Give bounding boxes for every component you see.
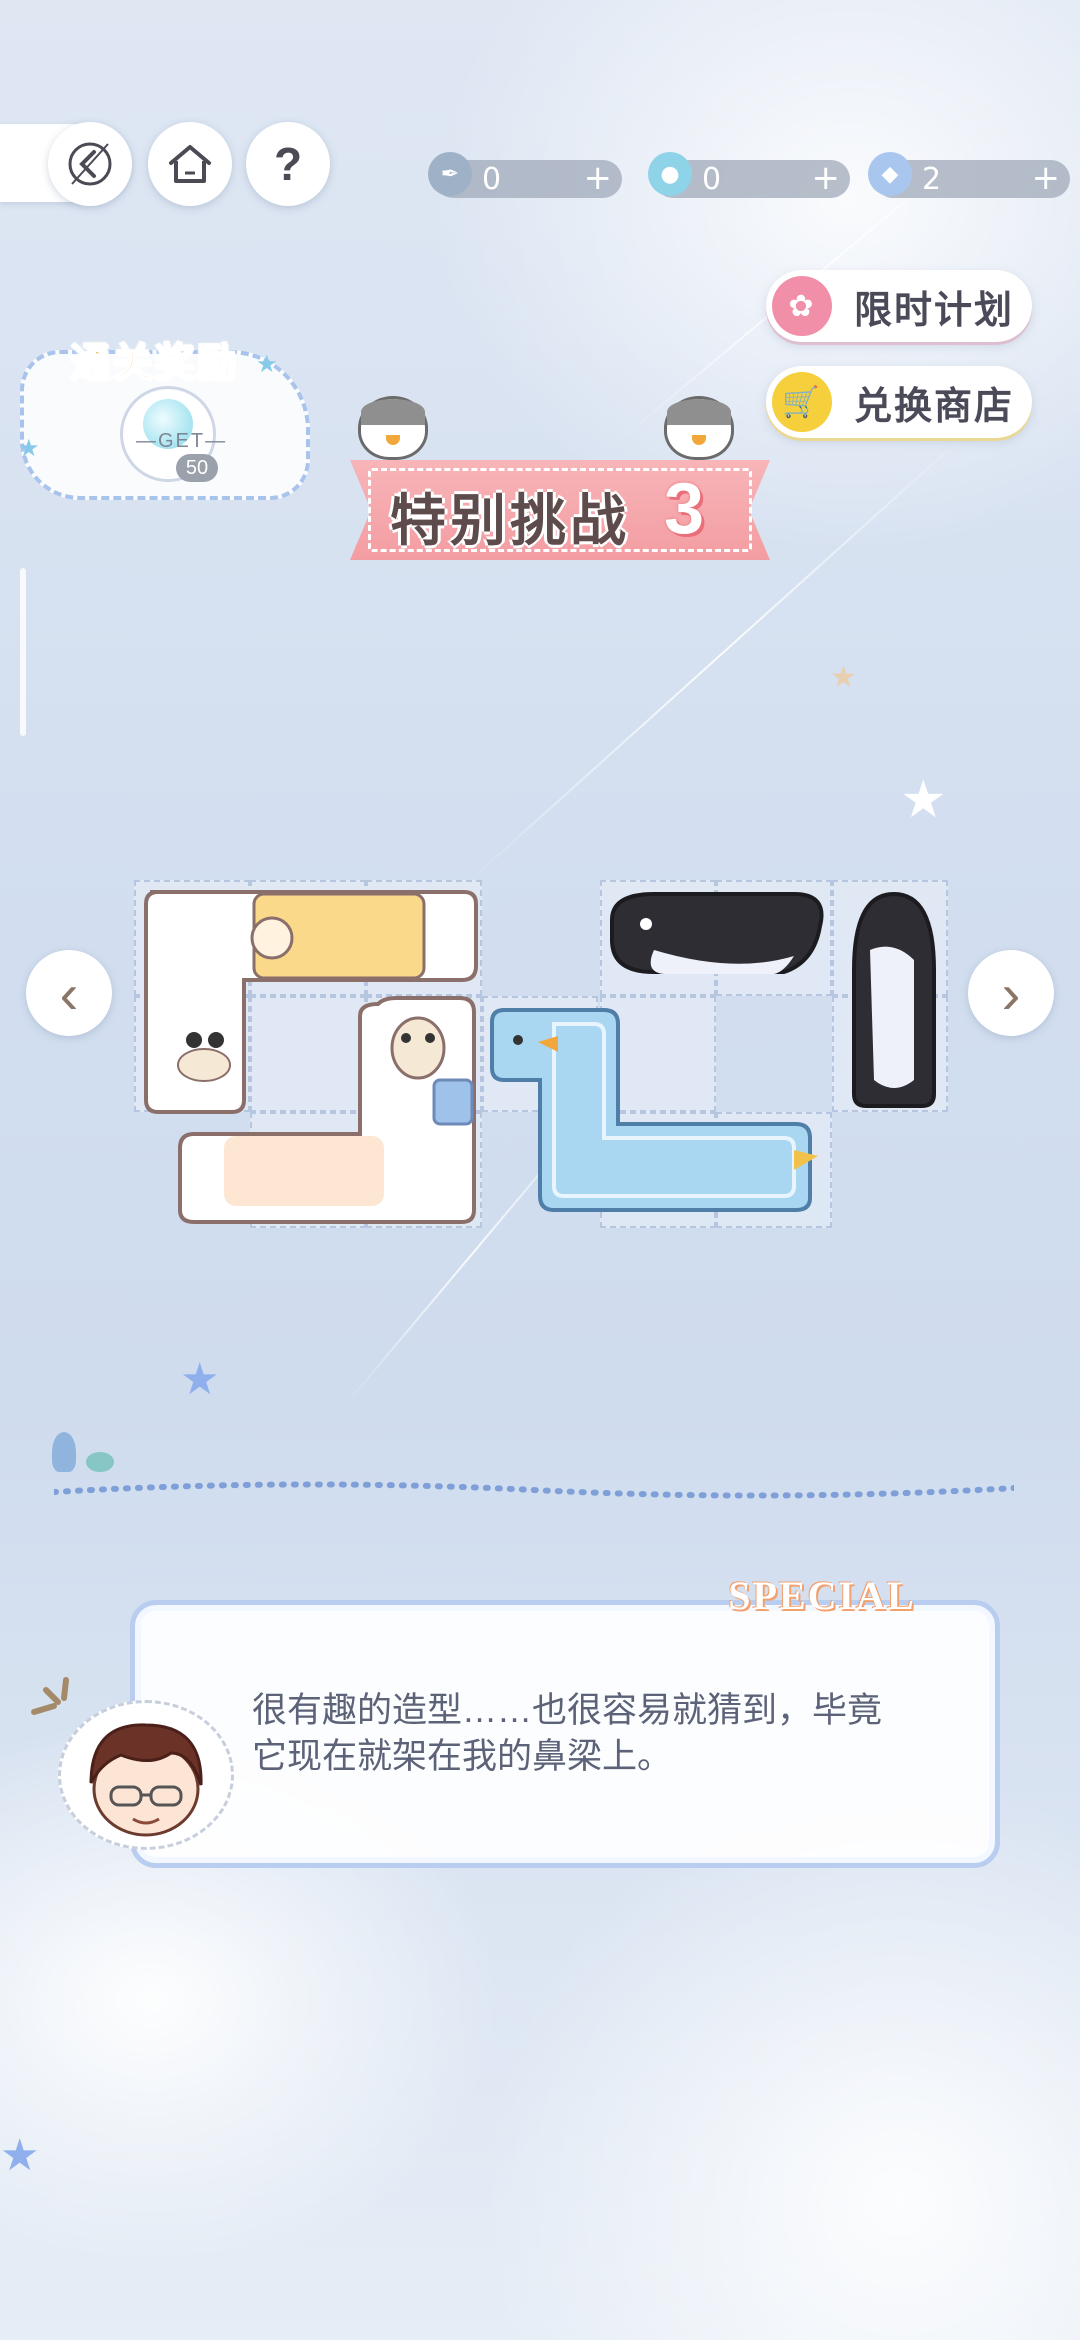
exchange-shop-label: 兑换商店 bbox=[854, 385, 1015, 428]
clear-reward-title: 通关奖励 bbox=[69, 340, 238, 386]
bird-silhouette-icon bbox=[86, 1452, 114, 1472]
resource-lollipop-value: 0 bbox=[702, 161, 722, 197]
exchange-shop-button[interactable]: 🛒 兑换商店 bbox=[766, 366, 1032, 438]
lollipop-icon: ● bbox=[648, 152, 692, 196]
challenge-title: 特别挑战 bbox=[390, 489, 630, 552]
back-button[interactable] bbox=[48, 122, 132, 206]
feather-icon: ✒ bbox=[428, 152, 472, 196]
reward-get-label: —GET— bbox=[136, 430, 228, 452]
back-arrow-icon bbox=[68, 142, 112, 186]
resource-feather-value: 0 bbox=[482, 161, 502, 197]
star-icon: ★ bbox=[256, 351, 278, 378]
resource-gem[interactable]: ◆ 2 + bbox=[868, 152, 1070, 198]
star-icon: ★ bbox=[900, 771, 947, 829]
resource-gem-add[interactable]: + bbox=[1032, 158, 1061, 198]
puzzle-pieces bbox=[144, 890, 936, 1224]
next-level-button[interactable]: › bbox=[968, 950, 1054, 1036]
dialogue-line-1: 很有趣的造型……也很容易就猜到，毕竟 bbox=[252, 1691, 883, 1730]
penguin-lying-piece[interactable] bbox=[610, 892, 824, 974]
star-icon: ★ bbox=[180, 1355, 220, 1404]
limited-plan-label: 限时计划 bbox=[854, 289, 1015, 332]
bird-right-icon bbox=[664, 396, 734, 460]
resource-feather[interactable]: ✒ 0 + bbox=[428, 152, 622, 198]
glasses-character-icon bbox=[89, 1723, 203, 1837]
star-icon: ★ bbox=[0, 2131, 40, 2180]
resource-lollipop[interactable]: ● 0 + bbox=[648, 152, 850, 198]
gift-icon: ✿ bbox=[772, 276, 832, 336]
resource-gem-value: 2 bbox=[922, 161, 942, 197]
previous-level-button[interactable]: ‹ bbox=[26, 950, 112, 1036]
penguin-standing-piece[interactable] bbox=[852, 891, 936, 1108]
special-badge: SPECIAL bbox=[728, 1573, 916, 1618]
limited-plan-button[interactable]: ✿ 限时计划 bbox=[766, 270, 1032, 342]
resource-feather-add[interactable]: + bbox=[584, 158, 613, 198]
star-icon: ★ bbox=[18, 435, 40, 462]
dialogue-text: 很有趣的造型……也很容易就猜到，毕竟 它现在就架在我的鼻梁上。 bbox=[252, 1688, 972, 1780]
gem-icon: ◆ bbox=[868, 152, 912, 196]
resource-lollipop-add[interactable]: + bbox=[812, 158, 841, 198]
star-icon: ★ bbox=[830, 661, 857, 694]
penguin-silhouette-icon bbox=[52, 1432, 76, 1472]
chevron-left-icon: ‹ bbox=[59, 961, 79, 1025]
reward-quantity: 50 bbox=[176, 454, 218, 482]
blue-penguin-piece[interactable] bbox=[490, 1008, 818, 1212]
home-button[interactable] bbox=[148, 122, 232, 206]
cart-icon: 🛒 bbox=[772, 372, 832, 432]
emphasis-marks-icon bbox=[31, 1677, 69, 1715]
help-icon: ? bbox=[273, 138, 303, 190]
help-button[interactable]: ? bbox=[246, 122, 330, 206]
scroll-indicator bbox=[20, 568, 26, 736]
dialogue-line-2: 它现在就架在我的鼻梁上。 bbox=[252, 1737, 673, 1776]
dotted-divider bbox=[54, 1481, 1014, 1499]
home-icon bbox=[169, 145, 211, 183]
bird-left-icon bbox=[358, 396, 428, 460]
challenge-number: 3 bbox=[664, 469, 705, 549]
chevron-right-icon: › bbox=[1001, 961, 1021, 1025]
